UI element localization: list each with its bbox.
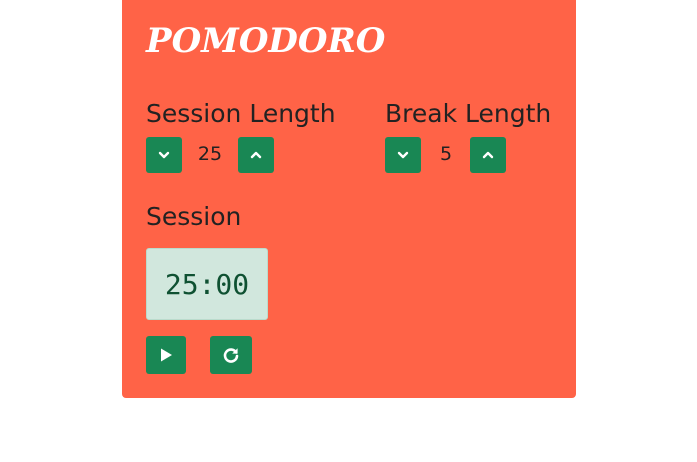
chevron-up-icon xyxy=(250,151,262,159)
break-length-value: 5 xyxy=(439,143,453,165)
app-title: POMODORO xyxy=(146,21,386,61)
break-decrement-button[interactable] xyxy=(385,137,421,173)
timer-label: Session xyxy=(146,202,242,231)
timer-display: 25:00 xyxy=(146,248,268,320)
reset-button[interactable] xyxy=(210,336,252,374)
chevron-up-icon xyxy=(482,151,494,159)
break-length-label: Break Length xyxy=(385,99,552,128)
play-icon xyxy=(161,348,172,362)
play-button[interactable] xyxy=(146,336,186,374)
chevron-down-icon xyxy=(397,151,409,159)
session-length-label: Session Length xyxy=(146,99,336,128)
chevron-down-icon xyxy=(158,151,170,159)
session-increment-button[interactable] xyxy=(238,137,274,173)
pomodoro-card: POMODORO Session Length 25 Break Length … xyxy=(122,0,576,398)
session-decrement-button[interactable] xyxy=(146,137,182,173)
reset-icon xyxy=(223,348,239,363)
break-increment-button[interactable] xyxy=(470,137,506,173)
session-length-value: 25 xyxy=(197,143,223,165)
